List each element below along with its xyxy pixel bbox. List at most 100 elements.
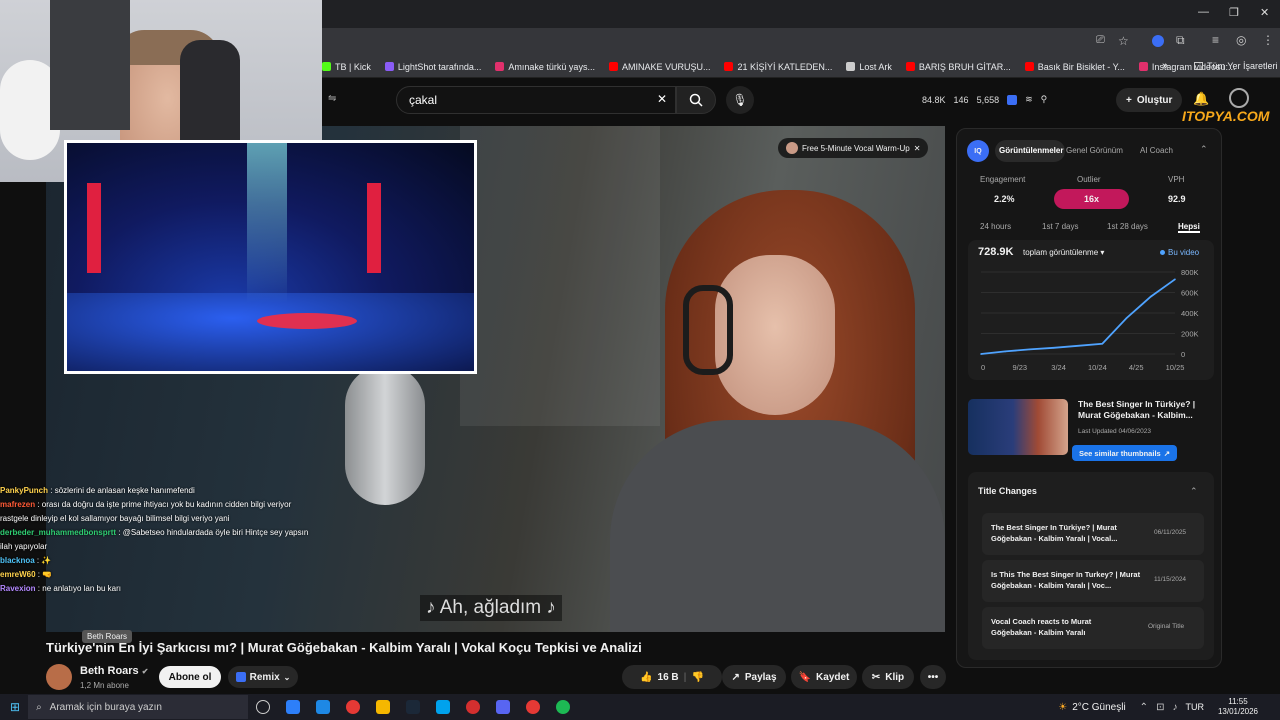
- language-indicator[interactable]: TUR: [1185, 702, 1204, 712]
- bookmark-label: LightShot tarafında...: [397, 61, 482, 72]
- rocket-icon[interactable]: ⚲: [1041, 94, 1048, 105]
- browser-menu-icon[interactable]: ⋮: [1262, 33, 1274, 47]
- search-input[interactable]: çakal ✕: [396, 86, 676, 114]
- volume-icon[interactable]: ♪: [1172, 702, 1177, 713]
- title-change-row: Is This The Best Singer In Turkey? | Mur…: [982, 560, 1204, 602]
- minimize-button[interactable]: —: [1198, 6, 1209, 18]
- create-button[interactable]: + Oluştur: [1116, 88, 1183, 112]
- dislike-icon[interactable]: 👎: [691, 672, 703, 683]
- all-bookmarks[interactable]: Tüm Yer İşaretleri: [1194, 61, 1278, 71]
- bookmark-item[interactable]: TB | Kick: [322, 62, 371, 72]
- data-point: [1052, 347, 1055, 349]
- account-avatar[interactable]: [1229, 88, 1249, 108]
- similar-title[interactable]: The Best Singer In Türkiye? | Murat Göğe…: [1078, 399, 1214, 421]
- bookmark-item[interactable]: Lost Ark: [846, 62, 892, 72]
- steam-icon[interactable]: [406, 700, 421, 714]
- watermark-logo: ITOPYA.COM: [1182, 108, 1270, 124]
- bookmark-item[interactable]: AMINAKE VURUŞU...: [608, 62, 710, 72]
- bookmark-item[interactable]: 21 KİŞİYİ KATLEDEN...: [724, 62, 832, 72]
- data-point: [980, 353, 982, 355]
- bookmark-star-icon[interactable]: ☆: [1118, 34, 1129, 48]
- search-icon: [689, 93, 703, 107]
- tab-ai-coach[interactable]: AI Coach: [1140, 146, 1173, 155]
- bookmark-item[interactable]: LightShot tarafında...: [384, 61, 482, 72]
- like-count[interactable]: 16 B: [658, 672, 679, 683]
- voice-search-button[interactable]: 🎙: [726, 86, 754, 114]
- series-line: [980, 278, 1176, 355]
- close-icon[interactable]: ✕: [914, 144, 921, 153]
- bookmark-item[interactable]: BARIŞ BRUH GİTAR...: [905, 62, 1011, 72]
- vidiq-icon[interactable]: [1007, 94, 1018, 105]
- data-point: [1174, 278, 1176, 281]
- windows-start-icon[interactable]: ⊞: [10, 700, 20, 714]
- discord-icon[interactable]: [496, 700, 511, 714]
- chat-username[interactable]: derbeder_muhammedbonsprtt: [0, 528, 116, 537]
- chat-username[interactable]: blacknoa: [0, 556, 35, 565]
- range-24h[interactable]: 24 hours: [980, 222, 1011, 231]
- save-button[interactable]: 🔖 Kaydet: [791, 665, 857, 689]
- views-dropdown[interactable]: toplam görüntülenme ▾: [1023, 248, 1104, 257]
- range-all[interactable]: Hepsi: [1178, 222, 1200, 233]
- bell-icon[interactable]: 🔔: [1193, 91, 1209, 107]
- remix-button[interactable]: Remix ⌄: [228, 666, 298, 688]
- search-button[interactable]: [676, 86, 716, 114]
- more-actions-button[interactable]: •••: [920, 665, 946, 689]
- tab-overview[interactable]: Genel Görünüm: [1066, 146, 1123, 155]
- file-explorer-icon[interactable]: [376, 700, 391, 714]
- range-28d[interactable]: 1st 28 days: [1107, 222, 1148, 231]
- range-7d[interactable]: 1st 7 days: [1042, 222, 1078, 231]
- chat-username[interactable]: mafrezen: [0, 500, 35, 509]
- count-stat: 5,658: [976, 94, 1000, 105]
- share-button[interactable]: ↗ Paylaş: [722, 665, 786, 689]
- like-icon[interactable]: 👍: [640, 672, 652, 683]
- clock-time: 11:55: [1228, 697, 1248, 706]
- bookmark-favicon-icon: [608, 62, 618, 71]
- similar-thumbnail[interactable]: [968, 399, 1068, 455]
- bookmark-item[interactable]: Amınake türkü yays...: [495, 62, 595, 72]
- app-icon[interactable]: [436, 700, 451, 714]
- taskbar-search[interactable]: ⌕ Aramak için buraya yazın: [28, 695, 249, 719]
- profile-icon[interactable]: ◎: [1236, 33, 1246, 47]
- filter-icon[interactable]: ⇋: [328, 93, 336, 104]
- clear-search-icon[interactable]: ✕: [657, 92, 667, 106]
- bookmarks-overflow[interactable]: »: [1162, 60, 1168, 72]
- close-window-button[interactable]: ✕: [1260, 6, 1269, 19]
- spotify-icon[interactable]: [556, 700, 571, 714]
- weather-widget[interactable]: ☀ 2°C Güneşli: [1058, 702, 1125, 713]
- legend-label: Bu video: [1168, 248, 1200, 257]
- bookmark-item[interactable]: Basık Bir Bisiklet - Y...: [1024, 62, 1125, 72]
- chrome-icon[interactable]: [346, 700, 361, 714]
- channel-name[interactable]: Beth Roars ✔: [80, 665, 148, 677]
- clip-label: Klip: [885, 671, 905, 683]
- chrome-icon[interactable]: [526, 700, 541, 714]
- clock[interactable]: 11:55 13/01/2026: [1218, 697, 1258, 717]
- chat-username[interactable]: emreW60: [0, 570, 36, 579]
- extension-icon[interactable]: [1152, 35, 1164, 47]
- channel-avatar[interactable]: [46, 664, 72, 690]
- media-controls-icon[interactable]: ≡: [1212, 33, 1219, 47]
- external-link-icon: ↗: [1163, 448, 1170, 458]
- chat-username[interactable]: Ravexion: [0, 584, 36, 593]
- store-icon[interactable]: [316, 700, 331, 714]
- app-icon[interactable]: [466, 700, 481, 714]
- chat-message: emreW60 : 🤜: [0, 568, 310, 582]
- maximize-button[interactable]: ❐: [1229, 6, 1239, 19]
- clip-button[interactable]: ✂ Klip: [862, 665, 914, 689]
- cast-icon[interactable]: ⎚: [1096, 34, 1105, 47]
- warmup-chip[interactable]: Free 5-Minute Vocal Warm-Up ✕: [778, 138, 929, 158]
- vph-label: VPH: [1168, 175, 1185, 184]
- see-similar-button[interactable]: See similar thumbnails ↗: [1072, 445, 1177, 461]
- extensions-puzzle-icon[interactable]: ⧉: [1176, 33, 1185, 48]
- share-label: Paylaş: [744, 671, 777, 683]
- chat-text: ne anlatıyo lan bu karı: [42, 584, 121, 593]
- collapse-icon[interactable]: ⌃: [1200, 144, 1208, 155]
- network-icon[interactable]: ⊡: [1156, 702, 1164, 713]
- chat-username[interactable]: PankyPunch: [0, 486, 48, 495]
- tab-views[interactable]: Görüntülenmeler: [999, 146, 1063, 155]
- collapse-title-changes-icon[interactable]: ⌃: [1190, 486, 1198, 497]
- bars-icon[interactable]: ≋: [1025, 94, 1033, 105]
- tray-chevron-icon[interactable]: ⌃: [1140, 702, 1148, 713]
- subscribe-button[interactable]: Abone ol: [159, 666, 221, 688]
- task-view-icon[interactable]: [256, 700, 271, 714]
- app-icon[interactable]: [286, 700, 301, 714]
